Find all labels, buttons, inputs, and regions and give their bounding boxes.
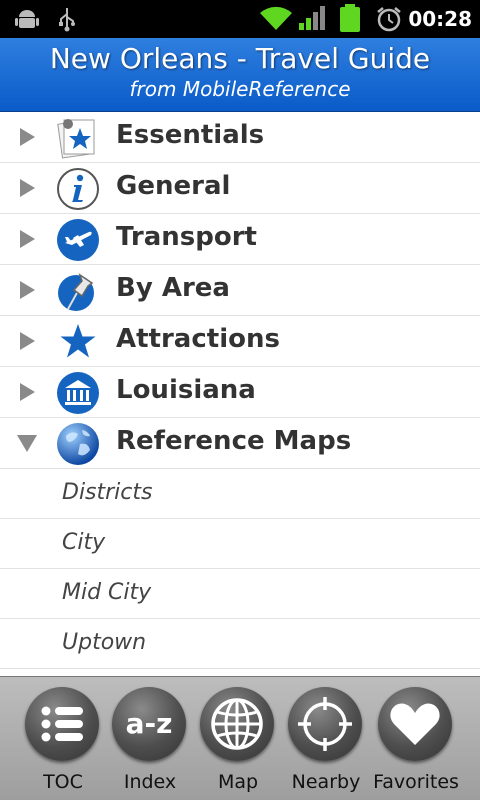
heart-icon	[390, 703, 440, 745]
toc-subitem-label: City	[62, 530, 106, 555]
alarm-icon	[375, 5, 403, 37]
wifi-icon	[258, 4, 294, 36]
globe-grid-icon	[211, 698, 263, 750]
toc-subitem-districts[interactable]: Districts	[0, 469, 480, 519]
toc-subitem-uptown[interactable]: Uptown	[0, 619, 480, 669]
toc-subitem-label: Districts	[62, 480, 153, 505]
toc-item-label: Transport	[116, 222, 257, 252]
expand-arrow-icon	[16, 177, 38, 203]
map-button[interactable]: Map	[194, 683, 282, 795]
toc-subitem-label: Mid City	[62, 580, 152, 605]
toc-item-by-area[interactable]: By Area	[0, 265, 480, 316]
info-icon	[56, 167, 100, 211]
pushpin-icon	[56, 269, 100, 313]
toc-subitem-label: Uptown	[62, 630, 147, 655]
index-button[interactable]: a-z Index	[106, 683, 194, 795]
toc-subitem-city[interactable]: City	[0, 519, 480, 569]
toc-item-reference-maps[interactable]: Reference Maps	[0, 418, 480, 469]
clock: 00:28	[408, 7, 472, 31]
favorites-button-label: Favorites	[373, 771, 459, 793]
toc-item-attractions[interactable]: Attractions	[0, 316, 480, 367]
essentials-icon	[56, 116, 100, 160]
toc-item-louisiana[interactable]: Louisiana	[0, 367, 480, 418]
nearby-button[interactable]: Nearby	[282, 683, 370, 795]
page-subtitle: from MobileReference	[129, 77, 351, 101]
nearby-button-label: Nearby	[291, 771, 361, 793]
star-icon	[56, 320, 100, 364]
collapse-arrow-icon	[15, 432, 39, 458]
expand-arrow-icon	[16, 228, 38, 254]
expand-arrow-icon	[16, 279, 38, 305]
toc-item-essentials[interactable]: Essentials	[0, 112, 480, 163]
usb-icon	[54, 6, 80, 36]
toc-item-label: By Area	[116, 273, 230, 303]
crosshair-icon	[298, 697, 352, 751]
battery-icon	[338, 3, 362, 37]
list-icon	[41, 706, 83, 742]
toc-item-label: Attractions	[116, 324, 280, 354]
expand-arrow-icon	[16, 381, 38, 407]
map-button-label: Map	[217, 771, 259, 793]
a-z-icon-text: a-z	[126, 707, 173, 740]
android-debug-icon	[14, 6, 40, 36]
toc-item-general[interactable]: General	[0, 163, 480, 214]
airplane-icon	[56, 218, 100, 262]
expand-arrow-icon	[16, 330, 38, 356]
toc-item-label: General	[116, 171, 231, 201]
bottom-toolbar: TOC a-z Index Map Nearby Favorites	[0, 676, 480, 800]
expand-arrow-icon	[16, 126, 38, 152]
museum-icon	[56, 371, 100, 415]
globe-icon	[56, 422, 100, 466]
title-bar: New Orleans - Travel Guide from MobileRe…	[0, 38, 480, 112]
index-button-label: Index	[123, 771, 177, 793]
status-bar: 00:28	[0, 0, 480, 38]
a-z-icon: a-z	[126, 707, 173, 740]
page-title: New Orleans - Travel Guide	[49, 42, 431, 75]
toc-item-label: Reference Maps	[116, 426, 352, 456]
toc-list: Essentials General Transport By Area Att…	[0, 112, 480, 669]
toc-button-label: TOC	[43, 771, 83, 793]
toc-item-transport[interactable]: Transport	[0, 214, 480, 265]
signal-icon	[298, 5, 326, 35]
toc-item-label: Louisiana	[116, 375, 256, 405]
toc-item-label: Essentials	[116, 120, 265, 150]
toc-subitem-mid-city[interactable]: Mid City	[0, 569, 480, 619]
toc-button[interactable]: TOC	[19, 683, 107, 795]
favorites-button[interactable]: Favorites	[372, 683, 460, 795]
